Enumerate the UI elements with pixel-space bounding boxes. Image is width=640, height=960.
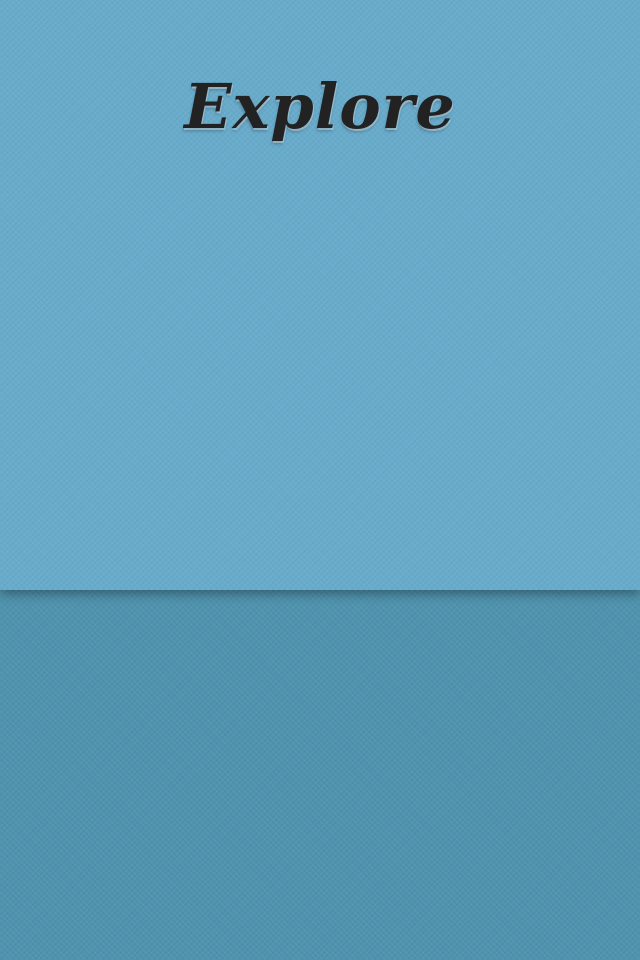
photo-grid [0, 590, 640, 960]
page-title: Explore [184, 70, 456, 143]
header-panel: Explore [0, 0, 640, 590]
